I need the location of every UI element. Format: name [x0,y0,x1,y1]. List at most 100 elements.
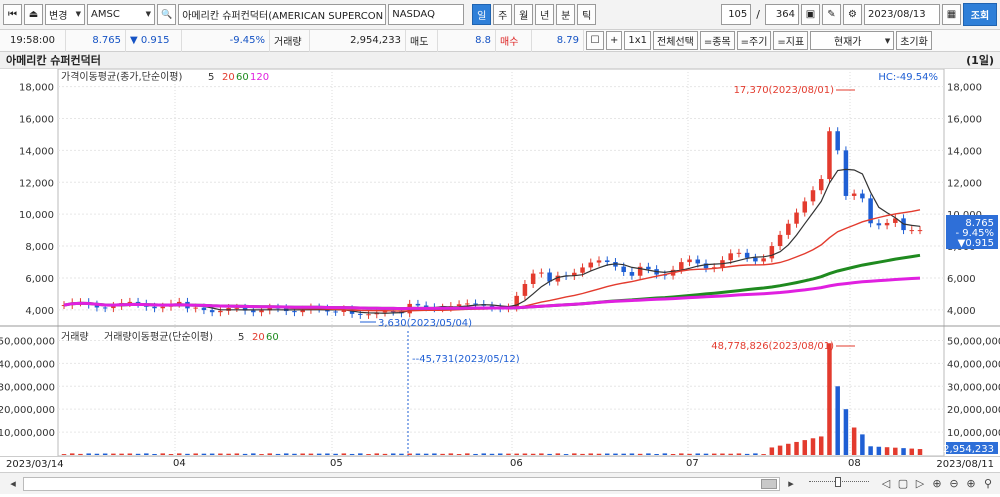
period-tab-2[interactable]: 월 [514,4,534,25]
checkbox-icon[interactable]: ☐ [586,31,604,50]
volume-bar [637,453,643,455]
vol-tick-right-3: 20,000,000 [947,405,1000,416]
count-input[interactable]: 105 [721,4,752,25]
zoom-slider[interactable] [809,476,869,487]
bid-label: 매수 [496,29,532,52]
volume-bar [555,453,561,455]
quote-button-1[interactable]: 1x1 [624,31,652,50]
scroll-right-icon[interactable]: ▸ [783,476,799,492]
zoom-reset-icon[interactable]: ⊕ [963,476,979,492]
price-low-annotation: 3,630(2023/05/04) [378,318,472,329]
volume-bar [835,386,840,455]
price-type-select[interactable]: 현재가 [810,31,895,50]
quote-button-0[interactable]: + [606,31,623,50]
volume-bar [111,453,116,455]
date-value: 2023/08/13 [868,9,926,20]
price-tick-right-6: 6,000 [947,274,976,285]
volume-bar [868,446,873,455]
symbol-input[interactable]: AMSC [87,4,155,25]
candle-body [201,307,207,311]
volume-bar [703,453,709,455]
candle-body [530,273,536,284]
magnifier-icon[interactable]: ⚲ [980,476,996,492]
price-legend-title: 가격이동평균(종가,단순이평) [61,70,182,83]
volume-bar [646,453,651,455]
volume-bar [506,453,511,455]
prev-icon[interactable]: ◁ [878,476,894,492]
candle-body [851,193,857,196]
query-button[interactable]: 조회 [963,3,997,26]
volume-bar [341,453,347,455]
settings-icon[interactable]: ⚙ [843,4,862,25]
volume-bar [860,434,865,455]
volume-bar [736,453,742,455]
change-dropdown[interactable]: 변경 [45,4,85,25]
quote-button-2[interactable]: 전체선택 [653,31,698,50]
zoom-in-icon[interactable]: ⊕ [929,476,945,492]
volume-bar [176,453,182,455]
volume-bar [152,453,157,455]
candle-body [843,150,849,196]
candle-body [539,272,544,274]
candle-body [835,131,840,151]
volume-bar [884,447,890,455]
price-tick-left-5: 8,000 [25,242,54,253]
volume-bar [654,453,659,455]
volume-bar [242,453,248,455]
price-tick-left-7: 4,000 [25,306,54,317]
vol-tick-left-3: 20,000,000 [0,405,55,416]
volume-bar [399,453,404,455]
volume-bar [695,453,701,455]
candle-body [127,301,133,303]
volume-bar [489,453,495,455]
zoom-out-icon[interactable]: ⊖ [946,476,962,492]
quote-button-3[interactable]: =종목 [699,31,735,50]
period-tab-3[interactable]: 년 [535,4,555,25]
volume-bar [629,453,635,455]
price-tick-right-1: 16,000 [947,114,982,125]
price-tick-right-2: 14,000 [947,146,982,157]
volume-bar [794,441,799,455]
zoom-handle[interactable] [835,476,841,487]
candle-body [753,257,758,262]
date-input[interactable]: 2023/08/13 [864,4,940,25]
stop-icon[interactable]: ▢ [895,476,911,492]
price-legend-ma-60: 60 [236,72,249,83]
volume-bar [308,453,314,455]
calendar-icon[interactable]: ▦ [942,4,961,25]
next-icon[interactable]: ▷ [912,476,928,492]
candle-body [415,303,421,306]
x-axis-start: 2023/03/14 [6,459,64,470]
period-tab-5[interactable]: 틱 [577,4,597,25]
volume-bar [473,453,478,455]
volume-bar [135,453,141,455]
chart-area[interactable]: 18,000 18,000 16,000 16,000 14,000 14,000 12,0… [0,69,1000,456]
change-icon[interactable]: ⏏ [24,4,43,25]
volume-bar [465,453,470,455]
scroll-track[interactable] [23,476,780,491]
scroll-thumb[interactable] [761,478,777,489]
period-tab-1[interactable]: 주 [493,4,513,25]
quote-button-5[interactable]: =지표 [773,31,809,50]
search-icon[interactable]: 🔍 [157,4,177,25]
volume-bar [687,453,692,455]
scroll-left-icon[interactable]: ◂ [5,476,21,492]
save-icon[interactable]: ▣ [801,4,820,25]
pen-icon[interactable]: ✎ [822,4,841,25]
volume-bar [86,453,91,455]
quote-buttons: +1x1 전체선택 =종목 =주기 =지표 [604,31,809,50]
reset-button[interactable]: 초기화 [896,31,932,50]
volume-bar [604,453,610,455]
volume-bar [613,453,618,455]
quote-pct: -9.45% [182,29,270,52]
quote-button-4[interactable]: =주기 [736,31,772,50]
volume-bar [679,453,684,455]
volume-bar [720,453,725,455]
volume-bar [827,343,832,455]
period-tab-4[interactable]: 분 [556,4,576,25]
first-icon[interactable]: ⏮ [3,4,22,25]
ask-label: 매도 [406,29,438,52]
volume-bar [876,446,882,455]
chart-title-bar: 아메리칸 슈퍼컨덕터 (1일) [0,52,1000,69]
period-tab-0[interactable]: 일 [472,4,492,25]
